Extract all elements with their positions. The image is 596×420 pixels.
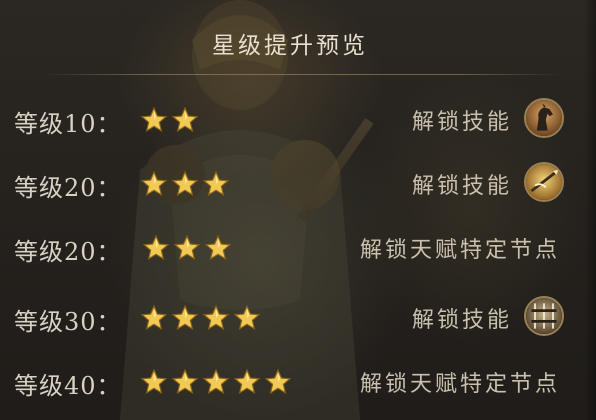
star-icon [140, 170, 168, 196]
title-divider [42, 74, 562, 75]
star-rating [140, 368, 292, 398]
star-icon [233, 304, 261, 330]
reward-label: 解锁天赋特定节点 [359, 372, 560, 397]
weapon-rack-skill-icon[interactable] [524, 296, 564, 336]
level-label: 等级40： [14, 372, 122, 400]
star-icon [202, 170, 230, 196]
star-icon [264, 368, 292, 394]
star-rating [140, 106, 199, 136]
star-rating [140, 304, 261, 334]
star-icon [173, 234, 201, 260]
star-icon [202, 304, 230, 330]
reward-label: 解锁技能 [411, 308, 512, 333]
star-icon [204, 234, 232, 260]
star-upgrade-preview-panel: 星级提升预览 等级10： 解锁技能 等级20： 解锁技能 等级20： 解锁天赋特… [0, 0, 596, 420]
star-icon [202, 368, 230, 394]
panel-title: 星级提升预览 [212, 33, 368, 59]
level-label: 等级10： [14, 110, 122, 138]
level-label: 等级20： [14, 238, 122, 266]
reward-label: 解锁技能 [411, 174, 512, 199]
level-row-2: 等级20： 解锁技能 [0, 156, 580, 212]
level-row-4: 等级30： 解锁技能 [0, 290, 580, 346]
level-row-5: 等级40： 解锁天赋特定节点 [0, 354, 580, 410]
star-icon [171, 106, 199, 132]
star-icon [142, 234, 170, 260]
star-icon [140, 106, 168, 132]
level-label: 等级20： [14, 174, 122, 202]
level-label: 等级30： [14, 308, 122, 336]
spear-skill-icon[interactable] [524, 162, 564, 202]
star-icon [140, 304, 168, 330]
star-icon [171, 368, 199, 394]
star-rating [142, 234, 232, 264]
reward-label: 解锁天赋特定节点 [359, 238, 560, 263]
reward-label: 解锁技能 [411, 110, 512, 135]
level-row-1: 等级10： 解锁技能 [0, 92, 580, 148]
star-icon [171, 304, 199, 330]
panel-edge [584, 0, 596, 420]
level-row-3: 等级20： 解锁天赋特定节点 [0, 220, 580, 276]
star-icon [233, 368, 261, 394]
star-rating [140, 170, 230, 200]
horse-skill-icon[interactable] [524, 98, 564, 138]
star-icon [140, 368, 168, 394]
star-icon [171, 170, 199, 196]
